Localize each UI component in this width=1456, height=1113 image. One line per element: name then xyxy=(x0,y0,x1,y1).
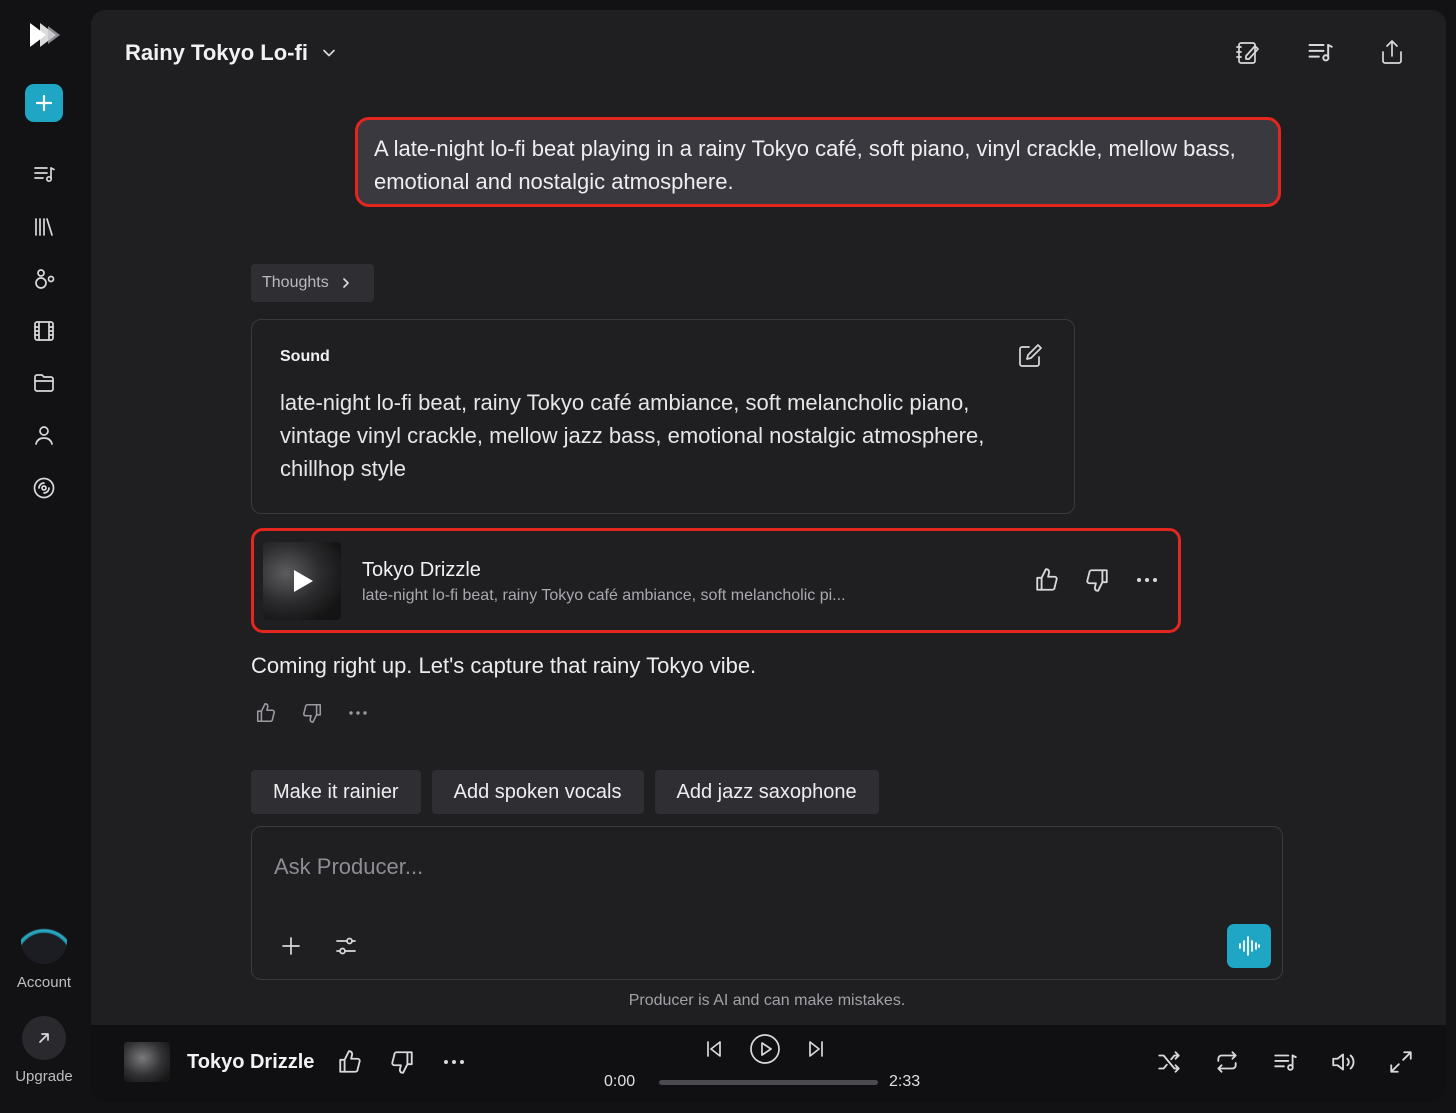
fullscreen-icon[interactable] xyxy=(1388,1049,1414,1075)
upgrade-menu[interactable]: Upgrade xyxy=(0,1016,88,1085)
repeat-icon[interactable] xyxy=(1214,1049,1240,1075)
composer xyxy=(251,826,1283,980)
disc-icon[interactable] xyxy=(30,474,58,502)
library-icon[interactable] xyxy=(30,213,58,241)
header-actions xyxy=(1234,38,1406,66)
thumbs-down-icon[interactable] xyxy=(389,1049,415,1075)
sidebar: Account Upgrade xyxy=(0,0,88,1113)
voice-input-button[interactable] xyxy=(1227,924,1271,968)
settings-sliders-icon[interactable] xyxy=(334,934,358,958)
track-title[interactable]: Tokyo Drizzle xyxy=(362,559,481,582)
track-subtitle: late-night lo-fi beat, rainy Tokyo café … xyxy=(362,587,846,604)
waveform-icon xyxy=(1239,936,1260,956)
avatar[interactable] xyxy=(21,918,67,964)
film-icon[interactable] xyxy=(30,317,58,345)
community-icon[interactable] xyxy=(30,265,58,293)
main-panel: Rainy Tokyo Lo-fi A late-night lo-fi bea… xyxy=(91,10,1446,1102)
more-icon[interactable] xyxy=(1134,567,1160,593)
play-icon xyxy=(294,570,313,592)
shuffle-icon[interactable] xyxy=(1156,1049,1182,1075)
volume-icon[interactable] xyxy=(1330,1049,1356,1075)
chevron-right-icon xyxy=(342,278,349,288)
person-icon[interactable] xyxy=(30,421,58,449)
user-prompt-bubble: A late-night lo-fi beat playing in a rai… xyxy=(355,117,1281,207)
sound-card: Sound late-night lo-fi beat, rainy Tokyo… xyxy=(251,319,1075,514)
play-logo-icon[interactable] xyxy=(26,20,64,50)
thumbs-down-icon[interactable] xyxy=(301,702,323,724)
thoughts-label: Thoughts xyxy=(262,274,329,291)
assistant-reply: Coming right up. Let's capture that rain… xyxy=(251,653,757,678)
chevron-down-icon xyxy=(323,49,335,57)
arrow-up-right-icon xyxy=(39,1033,49,1043)
ai-disclaimer: Producer is AI and can make mistakes. xyxy=(628,992,906,1009)
account-menu[interactable]: Account xyxy=(0,918,88,991)
more-icon[interactable] xyxy=(441,1049,467,1075)
skip-next-icon[interactable] xyxy=(805,1038,827,1060)
upgrade-label: Upgrade xyxy=(15,1068,73,1085)
share-icon[interactable] xyxy=(1378,38,1406,66)
progress-bar[interactable] xyxy=(659,1080,878,1085)
skip-previous-icon[interactable] xyxy=(703,1038,725,1060)
playback-controls xyxy=(703,1033,827,1065)
current-time: 0:00 xyxy=(604,1073,636,1090)
thumbs-up-icon[interactable] xyxy=(1034,567,1060,593)
thumbs-up-icon[interactable] xyxy=(337,1049,363,1075)
total-time: 2:33 xyxy=(889,1073,921,1090)
play-pause-button[interactable] xyxy=(749,1033,781,1065)
thoughts-toggle[interactable]: Thoughts xyxy=(251,264,374,302)
folder-icon[interactable] xyxy=(30,369,58,397)
sound-description: late-night lo-fi beat, rainy Tokyo café … xyxy=(280,390,985,481)
thumbs-down-icon[interactable] xyxy=(1084,567,1110,593)
ask-producer-input[interactable] xyxy=(274,849,1174,885)
queue-music-icon[interactable] xyxy=(1306,38,1334,66)
player-track-title[interactable]: Tokyo Drizzle xyxy=(187,1051,314,1074)
suggestion-chip[interactable]: Make it rainier xyxy=(251,770,421,814)
sound-label: Sound xyxy=(280,348,330,365)
plus-icon xyxy=(35,94,53,112)
new-song-button[interactable] xyxy=(25,84,63,122)
suggestion-chip[interactable]: Add spoken vocals xyxy=(431,770,644,814)
player-options xyxy=(1156,1049,1414,1075)
track-thumbnail[interactable] xyxy=(263,542,341,620)
page-title: Rainy Tokyo Lo-fi xyxy=(125,40,308,65)
more-icon[interactable] xyxy=(347,702,369,724)
queue-music-icon[interactable] xyxy=(30,160,58,188)
suggestion-chip[interactable]: Add jazz saxophone xyxy=(654,770,879,814)
player-bar: Tokyo Drizzle 0:00 2:33 xyxy=(91,1025,1446,1102)
project-title-dropdown[interactable]: Rainy Tokyo Lo-fi xyxy=(125,40,336,66)
upgrade-button[interactable] xyxy=(22,1016,66,1060)
player-thumbnail[interactable] xyxy=(124,1042,170,1082)
thumbs-up-icon[interactable] xyxy=(255,702,277,724)
queue-music-icon[interactable] xyxy=(1272,1049,1298,1075)
edit-icon[interactable] xyxy=(1016,342,1044,370)
track-actions xyxy=(1034,567,1160,593)
reply-actions xyxy=(255,702,369,724)
play-circle-icon xyxy=(750,1034,780,1064)
player-track-actions xyxy=(337,1049,467,1075)
add-attachment-icon[interactable] xyxy=(280,935,302,957)
account-label: Account xyxy=(16,974,72,991)
track-card[interactable]: Tokyo Drizzle late-night lo-fi beat, rai… xyxy=(251,528,1181,633)
suggestion-chips: Make it rainier Add spoken vocals Add ja… xyxy=(251,770,879,814)
notes-edit-icon[interactable] xyxy=(1234,38,1262,66)
